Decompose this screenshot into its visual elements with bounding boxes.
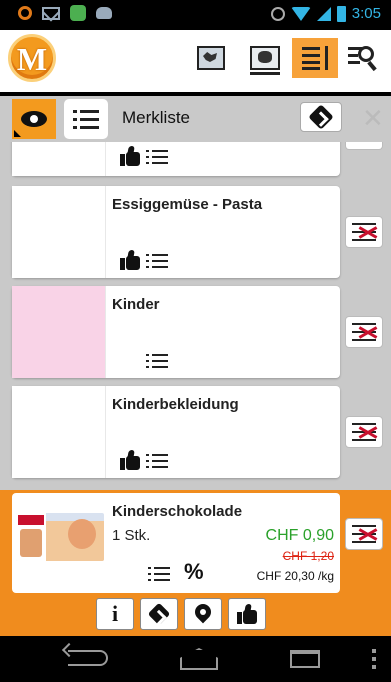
directions-icon <box>147 602 171 626</box>
monitor-icon <box>250 46 280 75</box>
item-image <box>12 186 106 278</box>
item-price: CHF 0,90 <box>265 527 334 544</box>
info-icon: i <box>111 601 119 626</box>
top-toolbar: M <box>0 30 391 92</box>
directions-icon <box>308 104 334 130</box>
list-mode-button[interactable] <box>64 99 108 139</box>
item-image <box>12 286 106 378</box>
item-title: Essiggemüse - Pasta <box>112 196 263 213</box>
remove-item-button[interactable] <box>345 416 383 448</box>
directions-button[interactable] <box>140 598 178 630</box>
list-item[interactable]: Kinder <box>12 286 340 378</box>
signal-icon <box>316 6 331 21</box>
screen-view-button[interactable] <box>242 38 288 78</box>
location-pin-icon <box>191 600 215 624</box>
list-header: Merkliste ✕ <box>0 96 391 142</box>
details-list-icon[interactable] <box>148 565 170 583</box>
thumbs-up-icon[interactable] <box>120 250 140 270</box>
cat-icon <box>96 7 112 19</box>
eye-icon <box>21 111 47 127</box>
android-icon <box>70 5 86 21</box>
system-nav-bar <box>0 636 391 682</box>
thumbs-up-icon[interactable] <box>120 450 140 470</box>
item-quantity: 1 Stk. <box>112 527 151 544</box>
details-list-icon[interactable] <box>146 352 168 370</box>
close-icon[interactable]: ✕ <box>362 104 384 132</box>
product-image <box>16 513 104 561</box>
location-button[interactable] <box>184 598 222 630</box>
details-list-icon[interactable] <box>146 148 168 166</box>
overflow-menu-icon[interactable] <box>372 649 376 669</box>
app-notification-icon <box>18 6 32 20</box>
list-view-button[interactable] <box>292 38 338 78</box>
wifi-icon <box>290 6 311 21</box>
home-icon[interactable] <box>180 648 218 670</box>
remove-item-button[interactable] <box>345 216 383 248</box>
mail-icon <box>42 6 60 20</box>
shopping-list[interactable]: Essiggemüse - Pasta Kinder Kinderbekleid… <box>0 142 391 636</box>
like-button[interactable] <box>228 598 266 630</box>
status-bar: 3:05 <box>0 0 391 30</box>
search-list-button[interactable] <box>340 38 386 78</box>
item-title: Kinder <box>112 296 160 313</box>
item-image <box>12 386 106 478</box>
item-title: Kinderbekleidung <box>112 396 239 413</box>
item-actions: i <box>96 598 266 630</box>
visibility-toggle[interactable] <box>12 99 56 139</box>
logo-letter: M <box>16 41 48 77</box>
battery-icon <box>336 5 346 22</box>
details-list-icon[interactable] <box>146 452 168 470</box>
thumbs-up-icon <box>237 604 257 624</box>
selected-item-card[interactable]: Kinderschokolade 1 Stk. CHF 0,90 CHF 1,2… <box>12 493 340 593</box>
item-old-price: CHF 1,20 <box>282 549 334 563</box>
remove-item-button[interactable] <box>345 142 383 150</box>
list-item[interactable]: Essiggemüse - Pasta <box>12 186 340 278</box>
item-unit-price: CHF 20,30 /kg <box>256 569 334 583</box>
details-list-icon[interactable] <box>146 252 168 270</box>
list-item[interactable] <box>12 142 340 176</box>
search-list-icon <box>348 45 378 72</box>
list-icon <box>73 109 99 129</box>
map-view-button[interactable] <box>188 38 234 78</box>
alarm-icon <box>270 6 285 21</box>
remove-item-button[interactable] <box>345 518 383 550</box>
recent-apps-icon[interactable] <box>290 650 320 668</box>
sorted-list-icon <box>302 46 328 70</box>
list-item[interactable]: Kinderbekleidung <box>12 386 340 478</box>
route-button[interactable] <box>300 102 342 132</box>
app-logo[interactable]: M <box>8 34 56 82</box>
remove-item-button[interactable] <box>345 316 383 348</box>
item-title: Kinderschokolade <box>112 503 243 520</box>
info-button[interactable]: i <box>96 598 134 630</box>
discount-icon[interactable]: % <box>184 559 204 585</box>
item-image <box>12 142 106 176</box>
map-icon <box>197 46 225 70</box>
back-icon[interactable] <box>68 650 108 666</box>
status-time: 3:05 <box>351 5 381 22</box>
thumbs-up-icon[interactable] <box>120 146 140 166</box>
selected-item[interactable]: Kinderschokolade 1 Stk. CHF 0,90 CHF 1,2… <box>0 490 391 636</box>
page-title: Merkliste <box>122 108 191 127</box>
